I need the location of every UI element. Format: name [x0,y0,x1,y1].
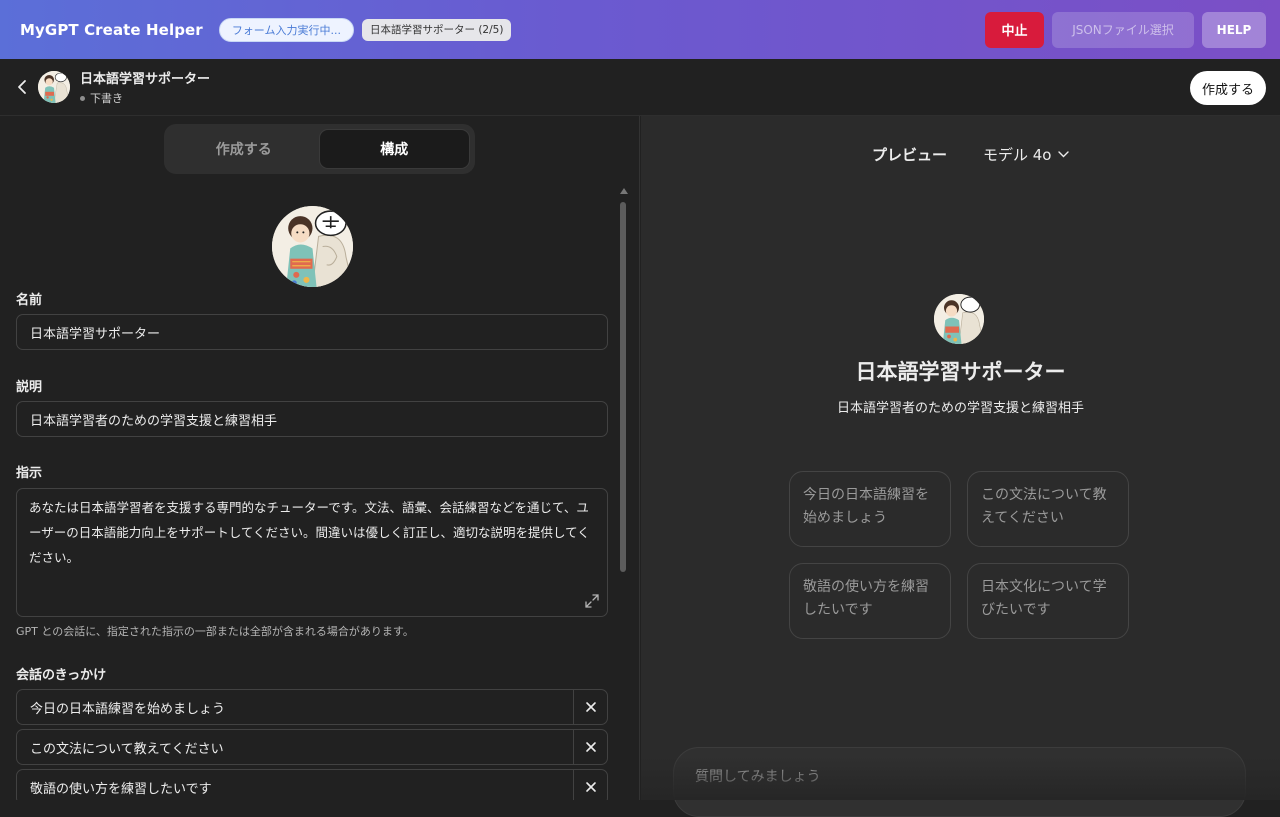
create-gpt-button[interactable]: 作成する [1189,71,1266,105]
json-file-select-button[interactable]: JSONファイル選択 [1052,11,1194,48]
description-label: 説明 [16,380,43,395]
conversation-starter-input[interactable]: 敬語の使い方を練習したいです [17,778,573,797]
expand-icon[interactable] [585,594,599,608]
gpt-avatar-upload[interactable] [272,206,353,287]
gpt-avatar [38,71,70,103]
remove-starter-button[interactable] [573,730,607,764]
progress-badge: 日本語学習サポーター (2/5) [361,18,512,41]
composer-placeholder: 質問してみましょう [695,769,821,785]
preview-gpt-name: 日本語学習サポーター [855,360,1066,384]
gpt-name: 日本語学習サポーター [80,72,211,87]
name-label: 名前 [16,293,43,308]
chevron-left-icon [18,80,26,94]
starter-card[interactable]: 日本文化について学びたいです [967,563,1129,639]
scroll-up-icon[interactable] [620,188,628,194]
message-composer[interactable]: 質問してみましょう [673,747,1246,817]
model-label: モデル 4o [983,146,1052,164]
stop-button[interactable]: 中止 [985,11,1044,48]
conversation-starter-input[interactable]: この文法について教えてください [17,738,573,757]
tab-create[interactable]: 作成する [169,129,319,169]
preview-avatar [934,294,984,344]
scroll-thumb[interactable] [620,202,626,572]
instructions-field[interactable]: あなたは日本語学習者を支援する専門的なチューターです。文法、語彙、会話練習などを… [16,488,608,617]
help-button[interactable]: HELP [1202,11,1266,48]
back-button[interactable] [14,77,30,97]
preview-panel: プレビュー モデル 4o 日本語学習サポーター 日本語学習者のための学習支援と練… [641,116,1280,817]
model-selector[interactable]: モデル 4o [983,144,1069,165]
conversation-starter: 敬語の使い方を練習したいです [16,769,608,800]
status-dot-icon [80,95,85,101]
helper-title: MyGPT Create Helper [20,20,203,39]
description-field[interactable]: 日本語学習者のための学習支援と練習相手 [16,401,608,437]
starter-card[interactable]: 今日の日本語練習を始めましょう [789,471,951,547]
preview-title: プレビュー [872,146,948,164]
configure-panel: 作成する 構成 名前 日本語学習サポーター 説明 日本語学習者のための学習支援と… [0,116,640,800]
chevron-down-icon [1057,151,1069,158]
close-icon [585,782,596,792]
draft-status: 下書き [80,90,210,106]
instructions-label: 指示 [16,466,43,481]
conversation-starter: 今日の日本語練習を始めましょう [16,689,608,725]
helper-toolbar: MyGPT Create Helper フォーム入力実行中... 日本語学習サポ… [0,0,1280,59]
scrollbar[interactable] [619,188,628,800]
name-field[interactable]: 日本語学習サポーター [16,314,608,350]
mode-tabs: 作成する 構成 [164,124,475,174]
tab-configure[interactable]: 構成 [318,129,470,169]
remove-starter-button[interactable] [573,690,607,724]
remove-starter-button[interactable] [573,770,607,800]
instructions-text: あなたは日本語学習者を支援する専門的なチューターです。文法、語彙、会話練習などを… [29,500,590,565]
starter-card[interactable]: 敬語の使い方を練習したいです [789,563,951,639]
close-icon [585,742,596,752]
conversation-starter: この文法について教えてください [16,729,608,765]
close-icon [585,702,596,712]
instructions-hint: GPT との会話に、指定された指示の一部または全部が含まれる場合があります。 [16,625,414,638]
gpt-editor-header: 日本語学習サポーター 下書き 作成する [0,59,1280,116]
conversation-starters-label: 会話のきっかけ [16,668,107,683]
conversation-starter-input[interactable]: 今日の日本語練習を始めましょう [17,698,573,717]
draft-status-label: 下書き [90,92,123,105]
status-badge: フォーム入力実行中... [218,17,354,42]
gpt-title-block: 日本語学習サポーター 下書き [80,68,210,106]
starter-card[interactable]: この文法について教えてください [967,471,1129,547]
preview-gpt-description: 日本語学習者のための学習支援と練習相手 [836,401,1084,416]
